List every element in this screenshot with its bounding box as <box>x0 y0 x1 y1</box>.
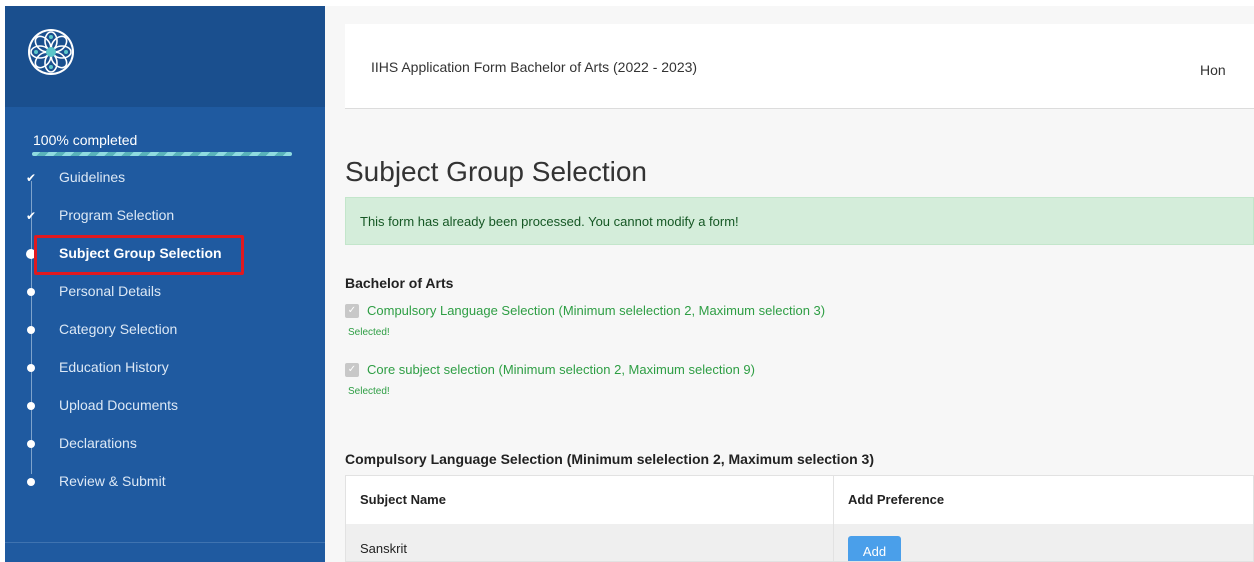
checkbox-checked-icon[interactable]: ✓ <box>345 304 359 318</box>
sidebar-divider <box>5 542 325 543</box>
sidebar-item-label: Program Selection <box>59 207 175 223</box>
sidebar-item-label: Declarations <box>59 435 137 451</box>
dot-icon <box>23 284 39 300</box>
sidebar-item-label: Guidelines <box>59 169 126 185</box>
alert-text: This form has already been processed. Yo… <box>360 214 739 229</box>
check-icon: ✔ <box>25 209 37 223</box>
sidebar: 100% completed ✔ Guidelines ✔ Program Se… <box>5 6 325 562</box>
group-checkbox-row[interactable]: ✓ Compulsory Language Selection (Minimum… <box>345 302 1245 322</box>
sidebar-item-label: Upload Documents <box>59 397 179 413</box>
dot-icon <box>23 398 39 414</box>
sidebar-header <box>5 6 325 107</box>
checkbox-checked-icon[interactable]: ✓ <box>345 363 359 377</box>
subject-table: Subject Name Add Preference Sanskrit Add <box>345 475 1254 562</box>
app-title: IIHS Application Form Bachelor of Arts (… <box>371 59 698 75</box>
column-header-add-preference: Add Preference <box>848 492 945 507</box>
selected-status: Selected! <box>348 327 390 338</box>
column-divider <box>833 476 834 561</box>
dot-icon <box>23 436 39 452</box>
subject-name-cell: Sanskrit <box>360 541 407 556</box>
success-alert: This form has already been processed. Yo… <box>345 197 1254 245</box>
program-title: Bachelor of Arts <box>345 275 454 291</box>
highlight-box <box>34 235 244 275</box>
check-icon: ✔ <box>25 171 37 185</box>
main-content: IIHS Application Form Bachelor of Arts (… <box>325 6 1254 562</box>
group-label: Core subject selection (Minimum selectio… <box>367 362 755 377</box>
sidebar-item-upload-documents[interactable]: Upload Documents <box>23 391 323 421</box>
dot-icon <box>23 322 39 338</box>
sidebar-item-education-history[interactable]: Education History <box>23 353 323 383</box>
selected-status: Selected! <box>348 386 390 397</box>
sidebar-item-declarations[interactable]: Declarations <box>23 429 323 459</box>
group-checkbox-row[interactable]: ✓ Core subject selection (Minimum select… <box>345 361 1245 381</box>
floral-logo-icon[interactable] <box>27 28 75 76</box>
table-section-title: Compulsory Language Selection (Minimum s… <box>345 451 875 467</box>
progress-bar <box>32 152 292 156</box>
add-preference-button[interactable]: Add <box>848 536 901 561</box>
sidebar-item-review-submit[interactable]: Review & Submit <box>23 467 323 497</box>
column-header-subject-name: Subject Name <box>360 492 446 507</box>
sidebar-item-label: Education History <box>59 359 169 375</box>
sidebar-item-program-selection[interactable]: ✔ Program Selection <box>23 201 323 231</box>
sidebar-item-label: Category Selection <box>59 321 178 337</box>
page-title: Subject Group Selection <box>345 156 647 187</box>
sidebar-item-label: Review & Submit <box>59 473 166 489</box>
top-navbar: IIHS Application Form Bachelor of Arts (… <box>345 24 1254 109</box>
group-label: Compulsory Language Selection (Minimum s… <box>367 303 826 318</box>
sidebar-item-guidelines[interactable]: ✔ Guidelines <box>23 163 323 193</box>
dot-icon <box>23 360 39 376</box>
sidebar-item-category-selection[interactable]: Category Selection <box>23 315 323 345</box>
progress-label: 100% completed <box>33 132 138 148</box>
dot-icon <box>23 474 39 490</box>
table-row: Sanskrit Add <box>346 524 1253 561</box>
progress-bar-fill <box>32 152 292 156</box>
table-header-row: Subject Name Add Preference <box>346 476 1253 525</box>
home-link[interactable]: Hon <box>1200 62 1226 78</box>
sidebar-item-label: Personal Details <box>59 283 161 299</box>
sidebar-item-personal-details[interactable]: Personal Details <box>23 277 323 307</box>
